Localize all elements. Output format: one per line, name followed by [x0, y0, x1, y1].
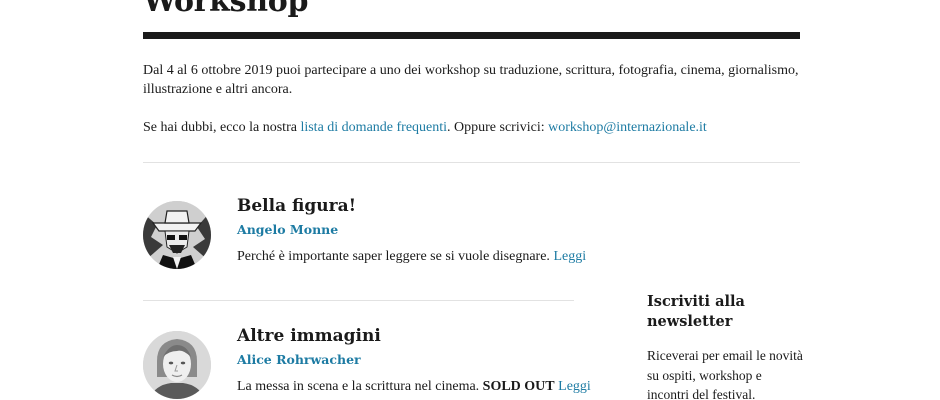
- contact-middle: . Oppure scrivici:: [447, 120, 549, 135]
- faq-link[interactable]: lista di domande frequenti: [300, 120, 447, 135]
- newsletter-title: Iscriviti alla newsletter: [647, 293, 745, 330]
- workshop-divider: [143, 300, 574, 301]
- workshop-description: La messa in scena e la scrittura nel cin…: [237, 377, 591, 396]
- newsletter-text: Riceverai per email le novità su ospiti,…: [647, 348, 803, 400]
- portrait-photo-icon[interactable]: [143, 331, 211, 399]
- workshop-author-link[interactable]: Alice Rohrwacher: [237, 352, 361, 368]
- sold-out-badge: SOLD OUT: [482, 379, 555, 394]
- workshop-description-text: La messa in scena e la scrittura nel cin…: [237, 379, 483, 394]
- title-rule: [143, 32, 800, 39]
- read-more-link[interactable]: Leggi: [558, 379, 591, 394]
- intro-text: Dal 4 al 6 ottobre 2019 puoi partecipare…: [143, 63, 799, 97]
- section-divider: [143, 162, 800, 163]
- contact-text: Se hai dubbi, ecco la nostra lista di do…: [143, 118, 800, 137]
- workshop-title[interactable]: Altre immagini: [237, 325, 381, 347]
- page-title: Workshop: [143, 0, 309, 19]
- illustrated-portrait-icon[interactable]: [143, 201, 211, 269]
- contact-prefix: Se hai dubbi, ecco la nostra: [143, 120, 301, 135]
- workshop-title[interactable]: Bella figura!: [237, 195, 356, 217]
- workshop-author-link[interactable]: Angelo Monne: [237, 222, 338, 238]
- read-more-link[interactable]: Leggi: [553, 249, 586, 264]
- email-link[interactable]: workshop@internazionale.it: [548, 120, 707, 135]
- workshop-description: Perché è importante saper leggere se si …: [237, 247, 586, 266]
- workshop-description-text: Perché è importante saper leggere se si …: [237, 249, 554, 264]
